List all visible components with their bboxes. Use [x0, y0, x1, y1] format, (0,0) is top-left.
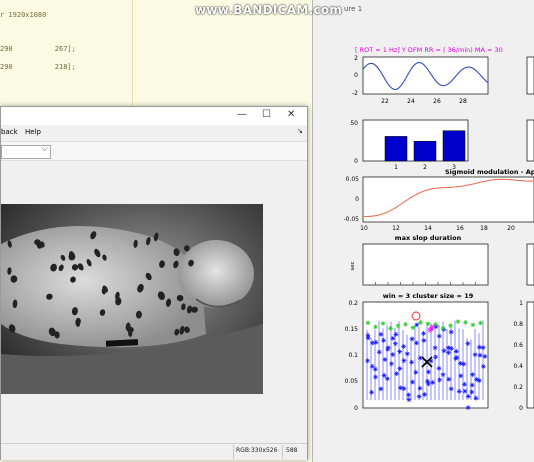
resp-xtick: 28: [459, 98, 467, 105]
pixel-info: RGB:330x526: [236, 447, 278, 454]
right-ytick: 1: [519, 300, 523, 307]
sigmoid-xtick: 10: [360, 225, 368, 232]
sigmoid-ytick: 0: [355, 196, 359, 203]
cluster-title: win = 3 cluster size = 19: [383, 292, 474, 300]
right-ytick: 0.2: [513, 384, 523, 391]
cluster-ytick: 0.05: [345, 378, 359, 385]
bandicam-watermark: www.BANDICAM.com: [195, 3, 343, 17]
right-resp-axes: [526, 56, 534, 95]
viewer-statusbar: RGB:330x526 588: [1, 443, 307, 460]
bar-ytick: 0: [354, 158, 358, 165]
right-slope-axes: [526, 243, 534, 286]
resp-ytick: -2: [352, 90, 358, 97]
cluster-axes: [362, 301, 489, 409]
right-bar-axes: [526, 119, 534, 162]
maximize-icon[interactable]: ☐: [262, 109, 271, 121]
bar-xtick: 1: [394, 164, 398, 171]
close-icon[interactable]: ✕: [287, 109, 295, 121]
figure-plots: [ ROT = 1 Hz] Y DFM RR = ( 36/min) MA = …: [343, 46, 534, 412]
right-ytick: 0.4: [513, 363, 523, 370]
bar-xtick: 2: [423, 164, 427, 171]
code-line: 290 267];: [0, 45, 76, 53]
pixel-value: 588: [286, 447, 298, 454]
resp-axes: [362, 56, 489, 95]
baby-infrared-image: [1, 204, 263, 394]
chevron-down-icon: ⌵: [41, 144, 48, 154]
viewer-titlebar[interactable]: — ☐ ✕: [1, 107, 307, 125]
slope-panel[interactable]: max slop duration sec: [350, 234, 489, 286]
right-cluster-panel: 1 0.8 0.6 0.4 0.2 0: [513, 300, 534, 412]
cluster-ytick: 0.2: [348, 300, 358, 307]
sigmoid-xtick: 20: [507, 225, 515, 232]
bar-ytick: 50: [350, 120, 358, 127]
resp-panel[interactable]: [ ROT = 1 Hz] Y DFM RR = ( 36/min) MA = …: [352, 46, 503, 105]
dock-arrow-icon[interactable]: ↘: [297, 127, 303, 135]
minimize-icon[interactable]: —: [237, 109, 247, 121]
viewer-toolbar: ⌵: [1, 141, 307, 161]
cluster-ytick: 0.15: [345, 326, 359, 333]
bar-panel[interactable]: 50 0 1 2 3: [350, 119, 469, 171]
cluster-panel[interactable]: win = 3 cluster size = 19 0.2 0.15 0.1 0…: [345, 292, 489, 412]
menu-item-playback[interactable]: back: [1, 128, 18, 136]
slope-ylabel: sec: [350, 261, 356, 270]
resp-ytick: 0: [354, 72, 358, 79]
resp-xtick: 24: [407, 98, 415, 105]
code-line: 290 218];: [0, 63, 76, 71]
cluster-ytick: 0.1: [348, 352, 358, 359]
sigmoid-title: Sigmoid modulation - Apne: [445, 168, 534, 176]
sigmoid-axes: [362, 176, 534, 223]
image-canvas[interactable]: [1, 161, 307, 443]
resp-ytick: 2: [354, 55, 358, 62]
sigmoid-ytick: 0.05: [346, 176, 360, 183]
right-ytick: 0: [519, 405, 523, 412]
editor-divider: [132, 0, 133, 110]
resp-xtick: 26: [433, 98, 441, 105]
sigmoid-panel[interactable]: Sigmoid modulation - Apne 0.05 0 -0.05 1…: [343, 168, 534, 232]
resp-title: [ ROT = 1 Hz] Y DFM RR = ( 36/min) MA = …: [355, 46, 503, 54]
sigmoid-ytick: -0.05: [343, 216, 359, 223]
cluster-ytick: 0: [354, 405, 358, 412]
slope-axes: [362, 243, 489, 286]
bar-3: [442, 130, 466, 162]
resp-xtick: 22: [381, 98, 389, 105]
image-viewer-window[interactable]: — ☐ ✕ back Help ↘ ⌵ RGB:330x526 588: [0, 106, 308, 460]
bar-2: [413, 141, 437, 162]
zoom-select[interactable]: ⌵: [1, 144, 51, 159]
right-ytick: 0.8: [513, 321, 523, 328]
menu-item-help[interactable]: Help: [25, 128, 41, 136]
code-line: r 1920x1080: [0, 11, 47, 19]
bar-1: [384, 136, 408, 162]
sigmoid-xtick: 18: [480, 225, 488, 232]
sigmoid-xtick: 16: [456, 225, 464, 232]
sigmoid-xtick: 14: [424, 225, 432, 232]
slope-title: max slop duration: [395, 234, 462, 242]
sigmoid-xtick: 12: [392, 225, 400, 232]
right-ytick: 0.6: [513, 342, 523, 349]
